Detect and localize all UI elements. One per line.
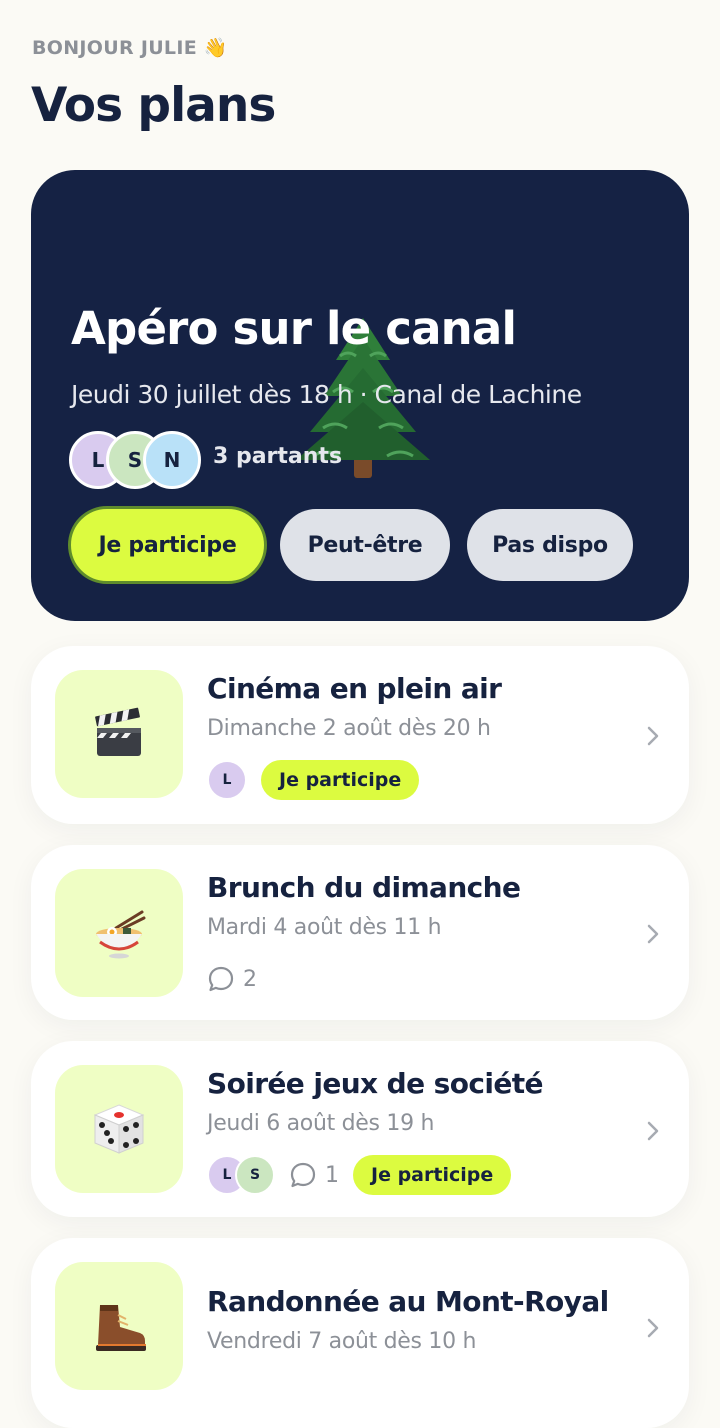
plan-date: Mardi 4 août dès 11 h (207, 915, 442, 940)
plan-card-randonnee[interactable]: Randonnée au Mont-Royal Vendredi 7 août … (31, 1238, 689, 1428)
ramen-bowl-icon (96, 910, 146, 959)
avatar: S (235, 1155, 275, 1195)
rsvp-no-button[interactable]: Pas dispo (467, 509, 633, 581)
avatar: L (207, 760, 247, 800)
greeting: BONJOUR JULIE 👋 (32, 37, 228, 59)
featured-plan-card[interactable]: Apéro sur le canal Jeudi 30 juillet dès … (31, 170, 689, 621)
plan-title: Soirée jeux de société (207, 1067, 544, 1100)
plan-meta: 2 (207, 958, 257, 1000)
comment-bubble-icon (208, 966, 234, 992)
chevron-right-icon (647, 1318, 659, 1338)
rsvp-maybe-button[interactable]: Peut-être (280, 509, 450, 581)
plan-thumbnail (55, 670, 183, 798)
plan-card-jeux[interactable]: Soirée jeux de société Jeudi 6 août dès … (31, 1041, 689, 1217)
avatar: N (143, 431, 201, 489)
chevron-right-icon (647, 924, 659, 944)
comment-count-value: 1 (325, 1162, 339, 1188)
comment-bubble-icon (290, 1162, 316, 1188)
plan-title: Brunch du dimanche (207, 871, 521, 904)
plan-meta: L S 1 Je participe (207, 1154, 512, 1196)
comment-count: 2 (207, 965, 257, 993)
comment-count-value: 2 (243, 966, 257, 992)
die-icon (93, 1104, 145, 1154)
plan-title: Cinéma en plein air (207, 672, 502, 705)
plan-date: Dimanche 2 août dès 20 h (207, 716, 491, 741)
plan-meta: L Je participe (207, 759, 420, 801)
plan-thumbnail (55, 1065, 183, 1193)
chevron-right-icon (647, 726, 659, 746)
status-badge: Je participe (261, 760, 420, 800)
status-badge: Je participe (353, 1155, 512, 1195)
plan-card-brunch[interactable]: Brunch du dimanche Mardi 4 août dès 11 h… (31, 845, 689, 1020)
clapperboard-icon (95, 707, 141, 756)
participant-avatars: L S N (69, 431, 209, 489)
plan-thumbnail (55, 869, 183, 997)
plan-date: Jeudi 6 août dès 19 h (207, 1111, 435, 1136)
chevron-right-icon (647, 1121, 659, 1141)
plan-card-cinema[interactable]: Cinéma en plein air Dimanche 2 août dès … (31, 646, 689, 824)
page-title: Vos plans (31, 78, 276, 133)
plan-date: Vendredi 7 août dès 10 h (207, 1329, 477, 1354)
plan-thumbnail (55, 1262, 183, 1390)
participants-count: 3 partants (213, 444, 343, 469)
featured-subtitle: Jeudi 30 juillet dès 18 h · Canal de Lac… (71, 380, 582, 409)
comment-count: 1 (289, 1161, 339, 1189)
rsvp-yes-button[interactable]: Je participe (68, 506, 267, 584)
featured-title: Apéro sur le canal (71, 302, 517, 355)
plan-title: Randonnée au Mont-Royal (207, 1285, 609, 1318)
hiking-boot-icon (96, 1305, 146, 1351)
